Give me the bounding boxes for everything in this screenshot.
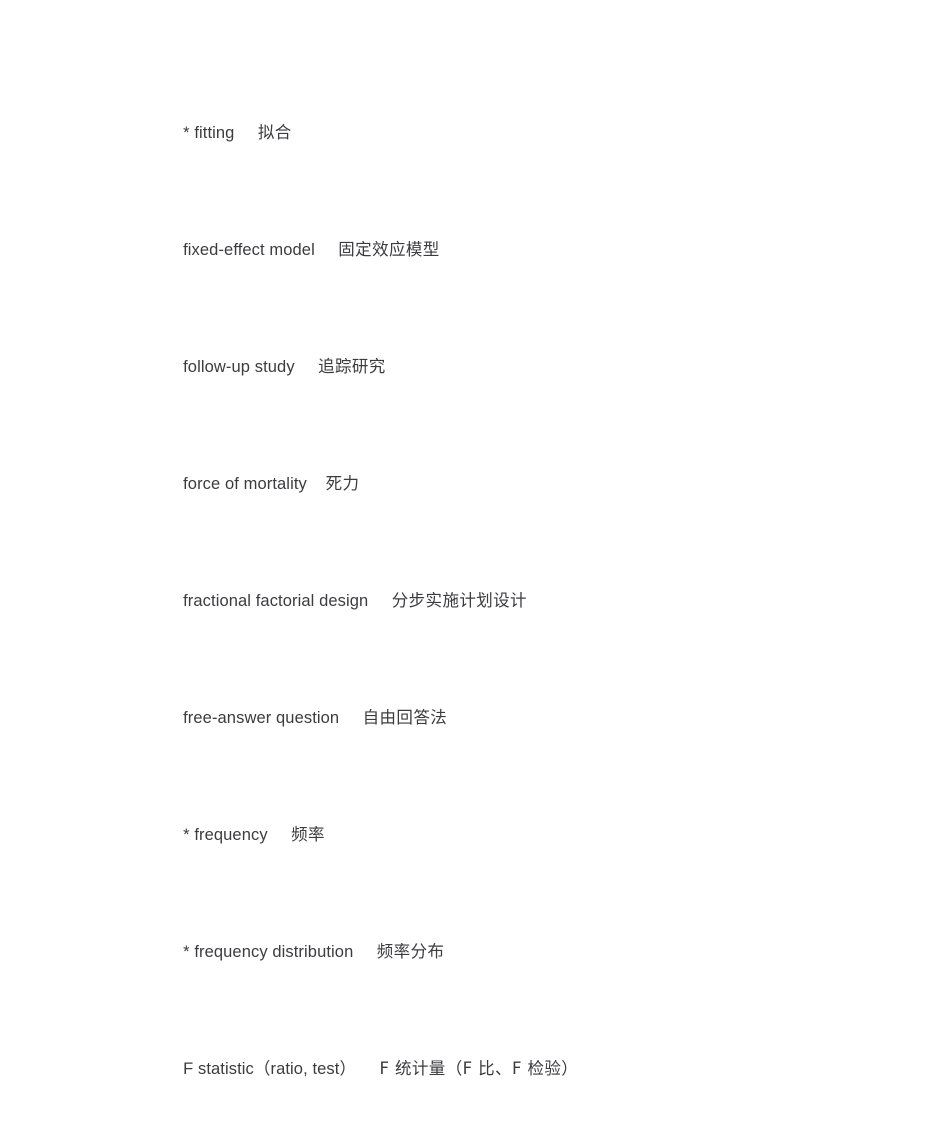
term-gap — [295, 356, 318, 379]
glossary-entry: fractional factorial design 分步实施计划设计 — [155, 566, 885, 636]
term-english: force of mortality — [183, 475, 307, 493]
term-gap — [353, 941, 376, 964]
term-gap — [315, 239, 338, 262]
term-english: * frequency — [183, 826, 268, 844]
glossary-entry: fixed-effect model 固定效应模型 — [155, 215, 885, 285]
document-page: * fitting 拟合 fixed-effect model 固定效应模型 f… — [0, 0, 945, 1123]
term-chinese: 自由回答法 — [362, 708, 448, 727]
term-gap — [356, 1058, 379, 1081]
term-english: free-answer question — [183, 709, 340, 727]
term-chinese: 拟合 — [257, 123, 292, 142]
glossary-entry-list: * fitting 拟合 fixed-effect model 固定效应模型 f… — [155, 98, 885, 1123]
term-chinese: 固定效应模型 — [338, 240, 440, 259]
term-english: follow-up study — [183, 358, 295, 376]
term-english: F statistic（ratio, test） — [183, 1060, 357, 1078]
term-chinese: 追踪研究 — [318, 357, 386, 376]
glossary-entry: * frequency 频率 — [155, 800, 885, 870]
glossary-entry: free-answer question 自由回答法 — [155, 683, 885, 753]
term-gap — [368, 590, 391, 613]
term-gap — [268, 824, 291, 847]
glossary-entry: follow-up study 追踪研究 — [155, 332, 885, 402]
term-english: * frequency distribution — [183, 943, 354, 961]
term-gap — [307, 473, 326, 496]
term-chinese: F 统计量（F 比、F 检验） — [379, 1059, 579, 1078]
glossary-entry: F statistic（ratio, test） F 统计量（F 比、F 检验） — [155, 1034, 885, 1104]
glossary-entry: * frequency distribution 频率分布 — [155, 917, 885, 987]
term-english: * fitting — [183, 124, 235, 142]
term-gap — [339, 707, 362, 730]
term-gap — [234, 122, 257, 145]
term-chinese: 频率分布 — [376, 942, 445, 961]
glossary-entry: force of mortality 死力 — [155, 449, 885, 519]
glossary-entry: * fitting 拟合 — [155, 98, 885, 168]
term-chinese: 死力 — [325, 474, 360, 493]
term-english: fractional factorial design — [183, 592, 369, 610]
term-english: fixed-effect model — [183, 241, 315, 259]
term-chinese: 频率 — [291, 825, 325, 844]
term-chinese: 分步实施计划设计 — [391, 591, 527, 610]
